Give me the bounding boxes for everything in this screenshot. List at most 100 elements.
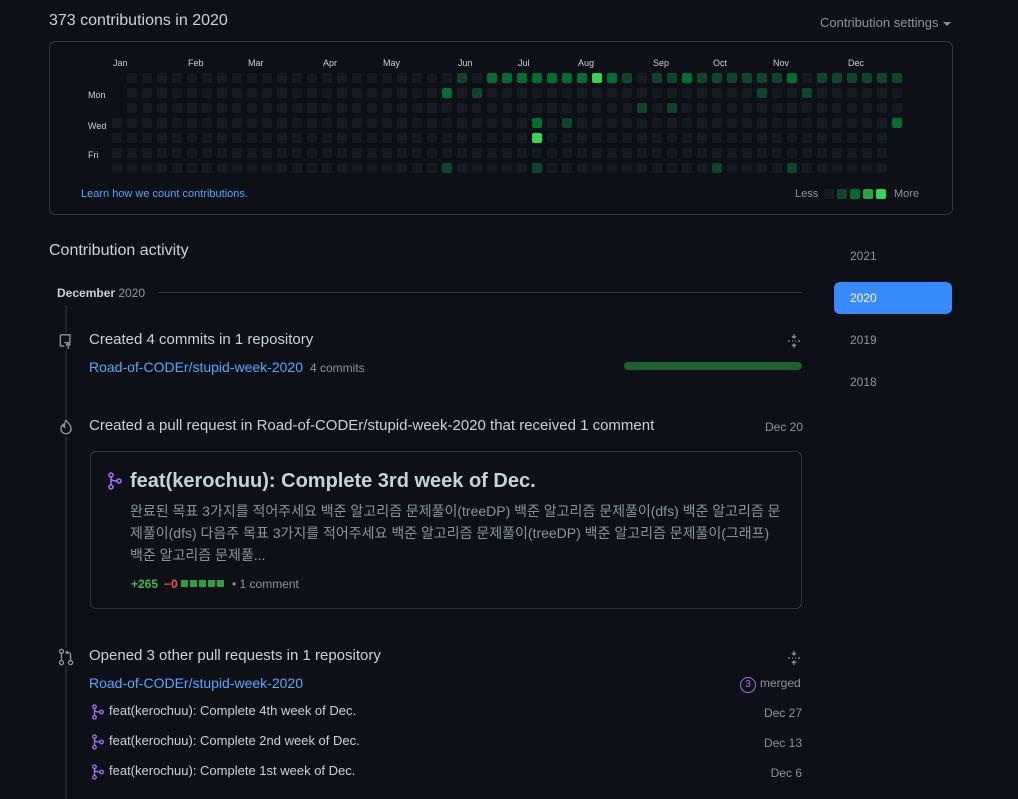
contribution-day-cell[interactable] xyxy=(847,73,857,83)
contribution-day-cell[interactable] xyxy=(517,73,527,83)
contribution-day-cell[interactable] xyxy=(712,133,722,143)
contribution-day-cell[interactable] xyxy=(172,118,182,128)
contribution-day-cell[interactable] xyxy=(397,73,407,83)
contribution-day-cell[interactable] xyxy=(247,163,257,173)
contribution-day-cell[interactable] xyxy=(292,88,302,98)
contribution-day-cell[interactable] xyxy=(547,88,557,98)
contribution-day-cell[interactable] xyxy=(817,118,827,128)
contribution-day-cell[interactable] xyxy=(322,103,332,113)
contribution-day-cell[interactable] xyxy=(652,118,662,128)
contribution-day-cell[interactable] xyxy=(637,118,647,128)
contribution-day-cell[interactable] xyxy=(142,148,152,158)
contribution-day-cell[interactable] xyxy=(232,88,242,98)
contribution-day-cell[interactable] xyxy=(262,148,272,158)
contribution-day-cell[interactable] xyxy=(337,148,347,158)
contribution-day-cell[interactable] xyxy=(142,103,152,113)
contribution-day-cell[interactable] xyxy=(472,73,482,83)
contribution-day-cell[interactable] xyxy=(817,88,827,98)
contribution-day-cell[interactable] xyxy=(382,73,392,83)
contribution-day-cell[interactable] xyxy=(652,148,662,158)
contribution-day-cell[interactable] xyxy=(187,73,197,83)
contribution-day-cell[interactable] xyxy=(232,148,242,158)
contribution-day-cell[interactable] xyxy=(712,73,722,83)
contribution-day-cell[interactable] xyxy=(727,118,737,128)
contribution-day-cell[interactable] xyxy=(277,163,287,173)
learn-contributions-link[interactable]: Learn how we count contributions. xyxy=(81,188,248,200)
contribution-day-cell[interactable] xyxy=(667,73,677,83)
contribution-day-cell[interactable] xyxy=(472,148,482,158)
contribution-day-cell[interactable] xyxy=(592,163,602,173)
contribution-day-cell[interactable] xyxy=(592,133,602,143)
contribution-day-cell[interactable] xyxy=(802,118,812,128)
contribution-day-cell[interactable] xyxy=(247,88,257,98)
contribution-day-cell[interactable] xyxy=(487,88,497,98)
contribution-day-cell[interactable] xyxy=(502,88,512,98)
contribution-day-cell[interactable] xyxy=(847,118,857,128)
contribution-day-cell[interactable] xyxy=(397,118,407,128)
contribution-day-cell[interactable] xyxy=(232,73,242,83)
contribution-day-cell[interactable] xyxy=(697,88,707,98)
contribution-day-cell[interactable] xyxy=(502,73,512,83)
contribution-day-cell[interactable] xyxy=(142,118,152,128)
contribution-day-cell[interactable] xyxy=(787,103,797,113)
contribution-day-cell[interactable] xyxy=(337,103,347,113)
contribution-day-cell[interactable] xyxy=(382,103,392,113)
contribution-day-cell[interactable] xyxy=(832,73,842,83)
contribution-day-cell[interactable] xyxy=(862,118,872,128)
contribution-day-cell[interactable] xyxy=(607,88,617,98)
contribution-day-cell[interactable] xyxy=(172,88,182,98)
contribution-day-cell[interactable] xyxy=(847,163,857,173)
contribution-day-cell[interactable] xyxy=(772,163,782,173)
contribution-day-cell[interactable] xyxy=(862,103,872,113)
contribution-day-cell[interactable] xyxy=(847,148,857,158)
contribution-day-cell[interactable] xyxy=(172,148,182,158)
contribution-day-cell[interactable] xyxy=(487,118,497,128)
contribution-day-cell[interactable] xyxy=(427,103,437,113)
contribution-day-cell[interactable] xyxy=(427,88,437,98)
contribution-day-cell[interactable] xyxy=(187,133,197,143)
contribution-day-cell[interactable] xyxy=(802,148,812,158)
contribution-day-cell[interactable] xyxy=(217,103,227,113)
contribution-day-cell[interactable] xyxy=(157,133,167,143)
contribution-day-cell[interactable] xyxy=(427,118,437,128)
contribution-day-cell[interactable] xyxy=(487,133,497,143)
contribution-day-cell[interactable] xyxy=(592,148,602,158)
contribution-day-cell[interactable] xyxy=(607,133,617,143)
contribution-day-cell[interactable] xyxy=(217,133,227,143)
contribution-day-cell[interactable] xyxy=(772,103,782,113)
contribution-day-cell[interactable] xyxy=(637,88,647,98)
contribution-day-cell[interactable] xyxy=(277,118,287,128)
contribution-day-cell[interactable] xyxy=(877,163,887,173)
fold-icon[interactable] xyxy=(786,333,802,349)
contribution-day-cell[interactable] xyxy=(772,88,782,98)
contribution-day-cell[interactable] xyxy=(697,133,707,143)
contribution-day-cell[interactable] xyxy=(877,73,887,83)
contribution-day-cell[interactable] xyxy=(712,163,722,173)
contribution-day-cell[interactable] xyxy=(742,133,752,143)
pr-list-item-link[interactable]: feat(kerochuu): Complete 1st week of Dec… xyxy=(109,763,355,778)
contribution-day-cell[interactable] xyxy=(847,103,857,113)
contribution-day-cell[interactable] xyxy=(157,118,167,128)
contribution-day-cell[interactable] xyxy=(142,133,152,143)
contribution-day-cell[interactable] xyxy=(442,118,452,128)
contribution-day-cell[interactable] xyxy=(337,73,347,83)
contribution-day-cell[interactable] xyxy=(817,103,827,113)
contribution-day-cell[interactable] xyxy=(367,118,377,128)
contribution-day-cell[interactable] xyxy=(637,133,647,143)
contribution-day-cell[interactable] xyxy=(532,103,542,113)
contribution-day-cell[interactable] xyxy=(682,163,692,173)
contribution-day-cell[interactable] xyxy=(502,148,512,158)
contribution-day-cell[interactable] xyxy=(142,163,152,173)
contribution-day-cell[interactable] xyxy=(397,163,407,173)
contribution-day-cell[interactable] xyxy=(682,118,692,128)
contribution-day-cell[interactable] xyxy=(832,133,842,143)
contribution-day-cell[interactable] xyxy=(187,118,197,128)
contribution-day-cell[interactable] xyxy=(472,133,482,143)
contribution-day-cell[interactable] xyxy=(442,148,452,158)
contribution-day-cell[interactable] xyxy=(622,133,632,143)
contribution-day-cell[interactable] xyxy=(412,103,422,113)
contribution-day-cell[interactable] xyxy=(412,73,422,83)
contribution-day-cell[interactable] xyxy=(517,148,527,158)
contribution-day-cell[interactable] xyxy=(757,118,767,128)
contribution-day-cell[interactable] xyxy=(247,148,257,158)
